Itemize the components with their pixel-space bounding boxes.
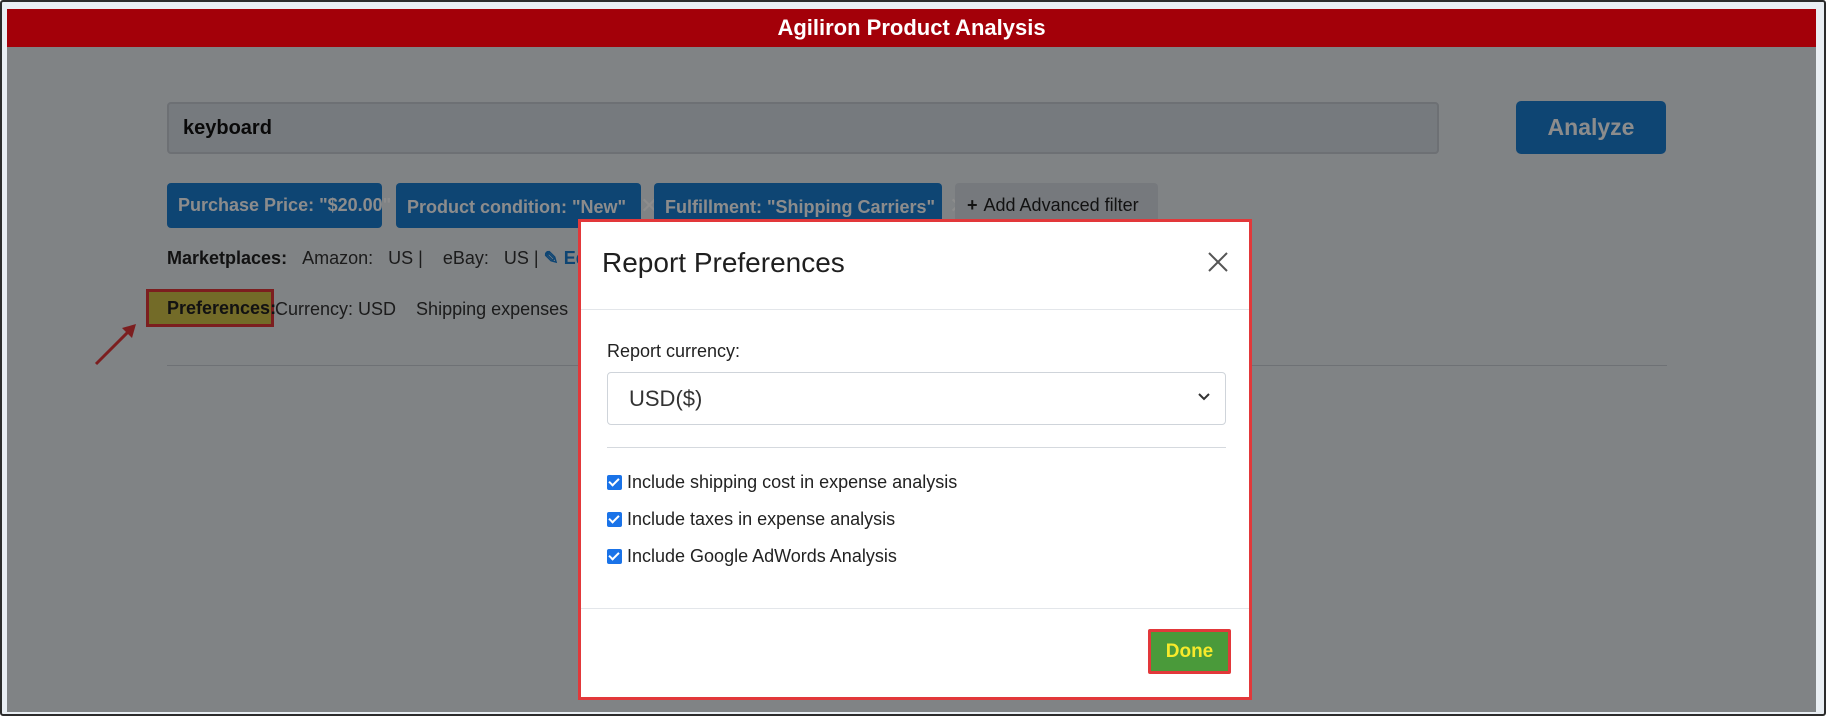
option-label: Include shipping cost in expense analysi… xyxy=(627,472,958,492)
checkbox-checked[interactable] xyxy=(607,475,622,490)
option-label: Include Google AdWords Analysis xyxy=(627,546,897,566)
report-currency-label: Report currency: xyxy=(607,341,741,361)
chevron-down-icon xyxy=(1198,393,1210,401)
dialog-footer-divider xyxy=(581,608,1249,609)
options-divider xyxy=(607,447,1226,448)
report-preferences-dialog: Report Preferences Report currency: USD(… xyxy=(578,219,1252,700)
option-taxes[interactable]: Include taxes in expense analysis xyxy=(607,509,895,530)
checkbox-checked[interactable] xyxy=(607,549,622,564)
option-shipping-cost[interactable]: Include shipping cost in expense analysi… xyxy=(607,472,957,493)
report-currency-select[interactable]: USD($) xyxy=(607,372,1226,425)
option-label: Include taxes in expense analysis xyxy=(627,509,896,529)
dialog-header-divider xyxy=(581,309,1249,310)
close-icon[interactable] xyxy=(1205,249,1231,275)
done-button[interactable]: Done xyxy=(1148,629,1231,674)
select-value: USD($) xyxy=(629,386,703,411)
option-adwords[interactable]: Include Google AdWords Analysis xyxy=(607,546,897,567)
checkbox-checked[interactable] xyxy=(607,512,622,527)
dialog-title: Report Preferences xyxy=(602,247,845,278)
